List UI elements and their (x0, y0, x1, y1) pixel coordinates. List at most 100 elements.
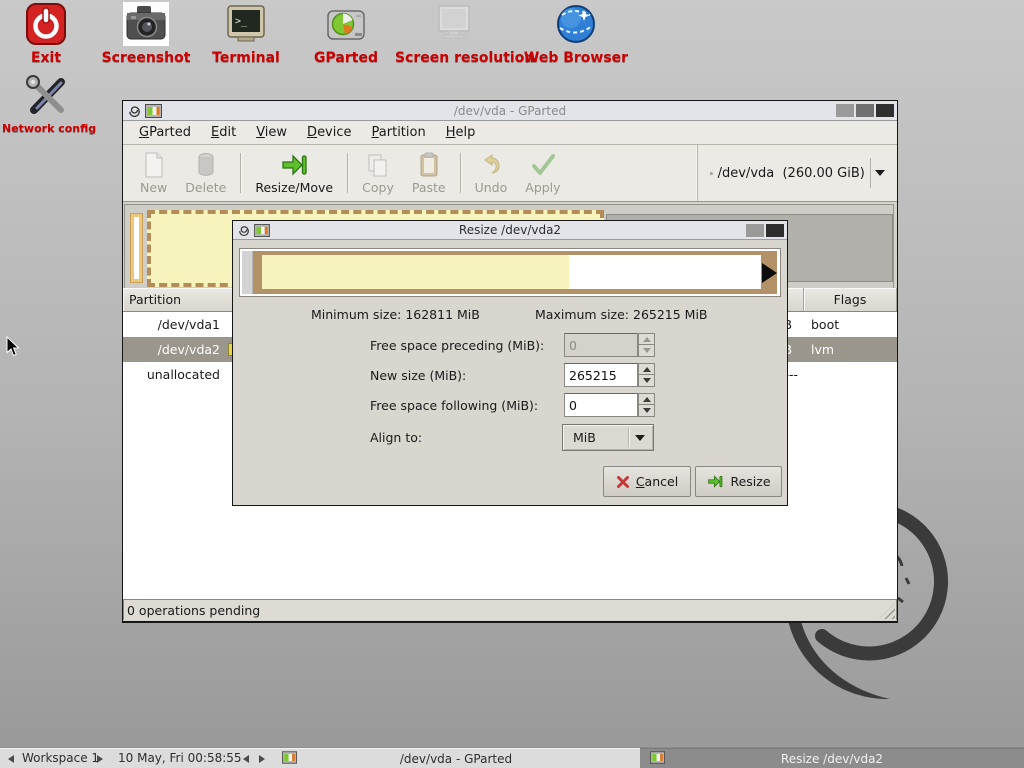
maximum-size-label: Maximum size: 265215 MiB (535, 307, 708, 322)
toolbar-paste-button[interactable]: Paste (403, 149, 455, 198)
device-selector-area: /dev/vda (260.00 GiB) (697, 145, 897, 201)
svg-text:>_: >_ (235, 16, 248, 27)
slider-used-fill (262, 255, 569, 289)
status-bar: 0 operations pending (123, 599, 897, 620)
apply-icon (530, 152, 556, 178)
menu-edit[interactable]: Edit (201, 122, 246, 143)
cancel-x-icon (616, 475, 630, 489)
spin-down-icon (643, 408, 651, 413)
spin-down-button[interactable] (638, 375, 655, 387)
paste-icon (418, 152, 440, 178)
align-to-value: MiB (573, 430, 596, 445)
spin-up-icon (643, 337, 651, 342)
maximize-button[interactable] (746, 224, 764, 237)
workspace-label: Workspace 1 (22, 751, 99, 765)
spin-up-button[interactable] (638, 333, 655, 345)
undo-icon (479, 152, 503, 178)
desktop-icon-network-config[interactable]: Network config (2, 72, 92, 135)
desktop-icon-label: Terminal (198, 50, 294, 66)
partition-unused-space (134, 217, 139, 279)
camera-icon (123, 2, 169, 46)
tasks-prev-arrow[interactable] (243, 755, 249, 763)
desktop-icon-gparted[interactable]: GParted (300, 2, 392, 66)
dialog-titlebar[interactable]: Resize /dev/vda2 (233, 221, 787, 240)
menubar: GParted Edit View Device Partition Help (123, 121, 897, 145)
toolbar-new-button[interactable]: New (131, 149, 176, 198)
menu-partition[interactable]: Partition (362, 122, 436, 143)
toolbar-apply-button[interactable]: Apply (516, 149, 569, 198)
menu-view[interactable]: View (246, 122, 297, 143)
desktop-icon-exit[interactable]: Exit (4, 2, 88, 66)
debian-swirl-icon (238, 223, 250, 237)
monitor-icon (432, 2, 476, 46)
partition-flags (804, 362, 897, 387)
free-space-following-input[interactable] (564, 393, 638, 417)
close-button[interactable] (876, 104, 894, 117)
delete-partition-icon (195, 152, 217, 178)
menu-gparted[interactable]: GParted (129, 122, 201, 143)
resize-button[interactable]: Resize (695, 466, 782, 497)
resize-grip[interactable] (879, 603, 895, 619)
toolbar: New Delete Resize/Move Copy (123, 145, 897, 202)
desktop-icon-label: Network config (2, 122, 92, 135)
column-header-partition[interactable]: Partition (123, 288, 233, 311)
spin-down-button[interactable] (638, 345, 655, 357)
desktop-icon-label: Screenshot (98, 50, 194, 66)
desktop-icon-screen-resolution[interactable]: Screen resolution (395, 2, 513, 66)
tasks-next-arrow[interactable] (259, 755, 265, 763)
toolbar-copy-button[interactable]: Copy (353, 149, 403, 198)
workspace-prev-arrow[interactable] (8, 755, 14, 763)
gparted-app-icon (254, 224, 270, 237)
menu-help[interactable]: Help (436, 122, 486, 143)
align-to-label: Align to: (370, 430, 422, 445)
slider-track (262, 255, 761, 289)
gparted-titlebar[interactable]: /dev/vda - GParted (123, 101, 897, 121)
spin-up-button[interactable] (638, 363, 655, 375)
maximize-button[interactable] (856, 104, 874, 117)
toolbar-delete-button[interactable]: Delete (176, 149, 235, 198)
slider-partition-bar[interactable] (253, 251, 777, 294)
slider-left-rail[interactable] (242, 251, 253, 294)
desktop-icon-web-browser[interactable]: Web Browser (518, 2, 634, 66)
desktop-icon-label: GParted (300, 50, 392, 66)
gparted-disk-icon (324, 2, 368, 46)
column-header-flags[interactable]: Flags (804, 288, 897, 311)
clock: 10 May, Fri 00:58:55 (118, 751, 242, 765)
gparted-app-icon (145, 104, 162, 118)
partition-flags: lvm (804, 337, 897, 362)
partition-name: /dev/vda1 (123, 312, 233, 337)
desktop-icon-label: Exit (4, 50, 88, 66)
free-space-following-label: Free space following (MiB): (370, 398, 538, 413)
tools-icon (24, 72, 70, 118)
free-space-preceding-input[interactable] (564, 333, 638, 357)
align-to-dropdown[interactable]: MiB (562, 424, 654, 451)
slider-right-handle-icon[interactable] (762, 263, 777, 283)
device-selector[interactable]: /dev/vda (260.00 GiB) (706, 153, 889, 193)
menu-device[interactable]: Device (297, 122, 361, 143)
task-button-resize-dialog[interactable]: Resize /dev/vda2 (640, 748, 1024, 768)
free-space-preceding-spinbox (564, 333, 655, 357)
close-button[interactable] (766, 224, 784, 237)
cancel-button[interactable]: Cancel (603, 466, 691, 497)
desktop-icon-terminal[interactable]: >_ Terminal (198, 2, 294, 66)
workspace-next-arrow[interactable] (97, 755, 103, 763)
task-button-gparted[interactable]: /dev/vda - GParted (272, 748, 640, 768)
new-size-input[interactable] (564, 363, 638, 387)
iconify-button[interactable] (836, 104, 854, 117)
chevron-down-icon (875, 170, 885, 176)
spin-up-icon (643, 367, 651, 372)
spin-down-button[interactable] (638, 405, 655, 417)
resize-arrow-icon (706, 474, 724, 489)
toolbar-resize-move-button[interactable]: Resize/Move (246, 149, 342, 198)
status-text: 0 operations pending (127, 603, 260, 618)
resize-move-icon (281, 152, 307, 178)
spin-up-button[interactable] (638, 393, 655, 405)
resize-dialog: Resize /dev/vda2 Minimum size: 162811 Mi… (232, 220, 788, 506)
partition-flags: boot (804, 312, 897, 337)
partition-graphic-vda1[interactable] (130, 213, 143, 283)
desktop-icon-screenshot[interactable]: Screenshot (98, 2, 194, 66)
device-selector-value: /dev/vda (260.00 GiB) (718, 166, 865, 181)
toolbar-undo-button[interactable]: Undo (466, 149, 517, 198)
resize-slider[interactable] (239, 248, 781, 297)
spin-up-icon (643, 397, 651, 402)
